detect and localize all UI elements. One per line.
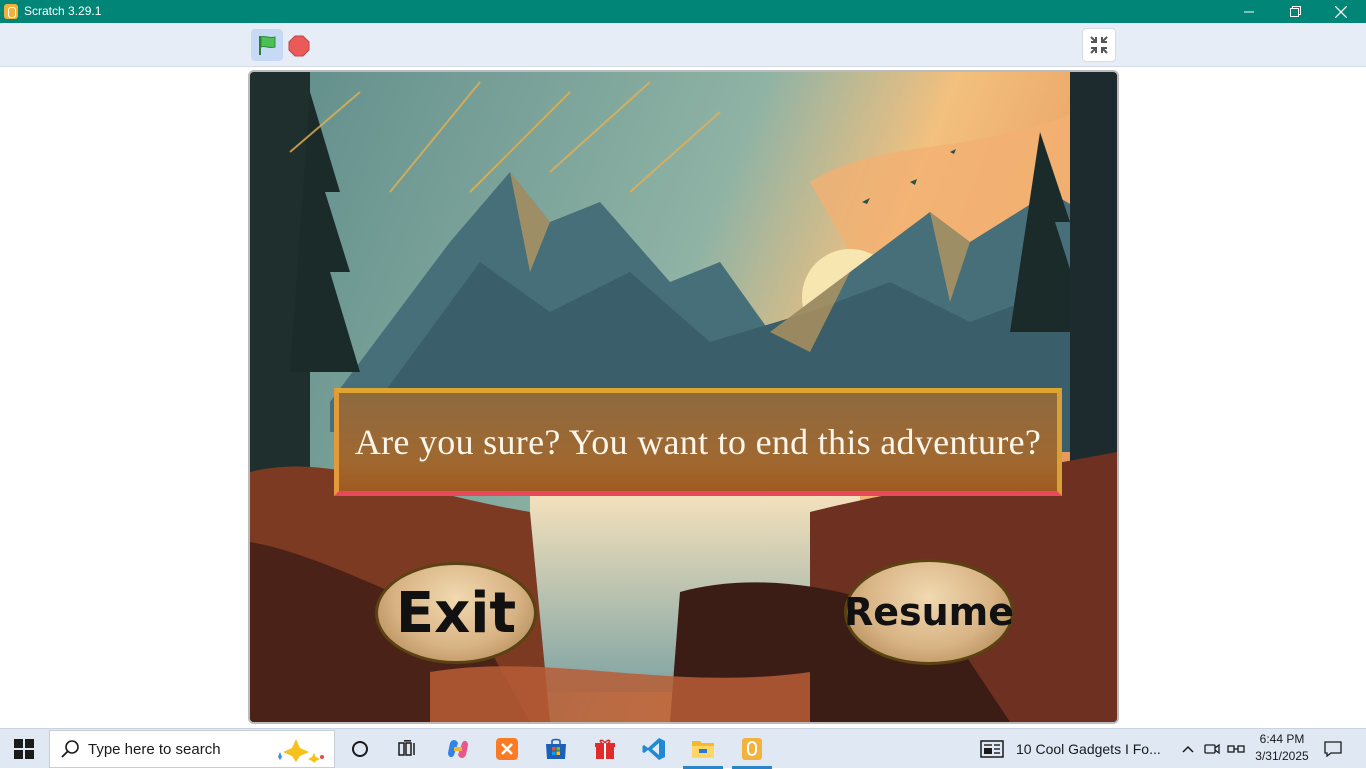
camera-icon (1204, 743, 1220, 755)
taskbar-copilot[interactable] (434, 729, 482, 769)
ethernet-icon (1227, 745, 1245, 753)
taskbar-news-widget[interactable]: 10 Cool Gadgets I Fo... (980, 729, 1170, 769)
confirm-dialog: Are you sure? You want to end this adven… (334, 388, 1062, 496)
stage[interactable]: Are you sure? You want to end this adven… (248, 70, 1119, 724)
taskbar-microsoft-store[interactable] (532, 729, 580, 769)
microsoft-store-icon (546, 738, 566, 759)
network-button[interactable] (1226, 729, 1246, 769)
search-icon (61, 740, 79, 758)
close-icon (1335, 5, 1347, 18)
cortana-button[interactable] (336, 729, 384, 769)
news-icon (980, 740, 1004, 758)
search-placeholder: Type here to search (88, 740, 221, 758)
cortana-icon (352, 741, 368, 757)
taskbar: Type here to search 10 Cool Gadgets I Fo… (0, 728, 1366, 769)
title-bar: Scratch 3.29.1 (0, 0, 1366, 23)
taskbar-xampp[interactable] (483, 729, 531, 769)
restore-icon (1289, 6, 1301, 17)
gift-icon (595, 739, 615, 759)
scratch-icon (742, 738, 762, 760)
unfullscreen-button[interactable] (1082, 28, 1116, 62)
scratch-app-icon (4, 4, 18, 19)
news-headline: 10 Cool Gadgets I Fo... (1016, 741, 1161, 757)
window-title: Scratch 3.29.1 (24, 4, 102, 18)
clock-date: 3/31/2025 (1255, 749, 1309, 763)
taskbar-gift-app[interactable] (581, 729, 629, 769)
resume-button[interactable]: Resume (844, 559, 1014, 665)
green-flag-button[interactable] (251, 29, 283, 61)
search-highlight-icon (278, 739, 324, 763)
notification-icon (1324, 741, 1342, 757)
notifications-button[interactable] (1320, 729, 1346, 769)
green-flag-icon (259, 35, 276, 55)
copilot-icon (448, 740, 468, 758)
clock-time: 6:44 PM (1259, 732, 1305, 746)
start-button[interactable] (0, 729, 48, 769)
taskbar-scratch[interactable] (728, 729, 776, 769)
task-view-icon (398, 740, 415, 756)
chevron-up-icon (1182, 745, 1194, 753)
file-explorer-icon (692, 741, 714, 758)
taskbar-search-box[interactable]: Type here to search (49, 730, 335, 768)
stop-icon (288, 35, 309, 56)
stage-toolbar (0, 23, 1366, 67)
windows-logo-icon (14, 739, 34, 759)
stop-button[interactable] (287, 34, 310, 57)
restore-button[interactable] (1272, 0, 1318, 23)
show-hidden-icons-button[interactable] (1178, 729, 1198, 769)
meet-now-button[interactable] (1202, 729, 1222, 769)
dialog-message: Are you sure? You want to end this adven… (354, 422, 1042, 462)
close-button[interactable] (1318, 0, 1364, 23)
task-view-button[interactable] (384, 729, 432, 769)
taskbar-file-explorer[interactable] (679, 729, 727, 769)
taskbar-clock[interactable]: 6:44 PM 3/31/2025 (1248, 731, 1316, 767)
xampp-icon (496, 738, 518, 760)
minimize-button[interactable] (1226, 0, 1272, 23)
taskbar-vscode[interactable] (630, 729, 678, 769)
vscode-icon (642, 738, 665, 760)
minimize-icon (1244, 11, 1254, 12)
exit-button[interactable]: Exit (375, 562, 537, 664)
unfullscreen-icon (1090, 36, 1108, 54)
